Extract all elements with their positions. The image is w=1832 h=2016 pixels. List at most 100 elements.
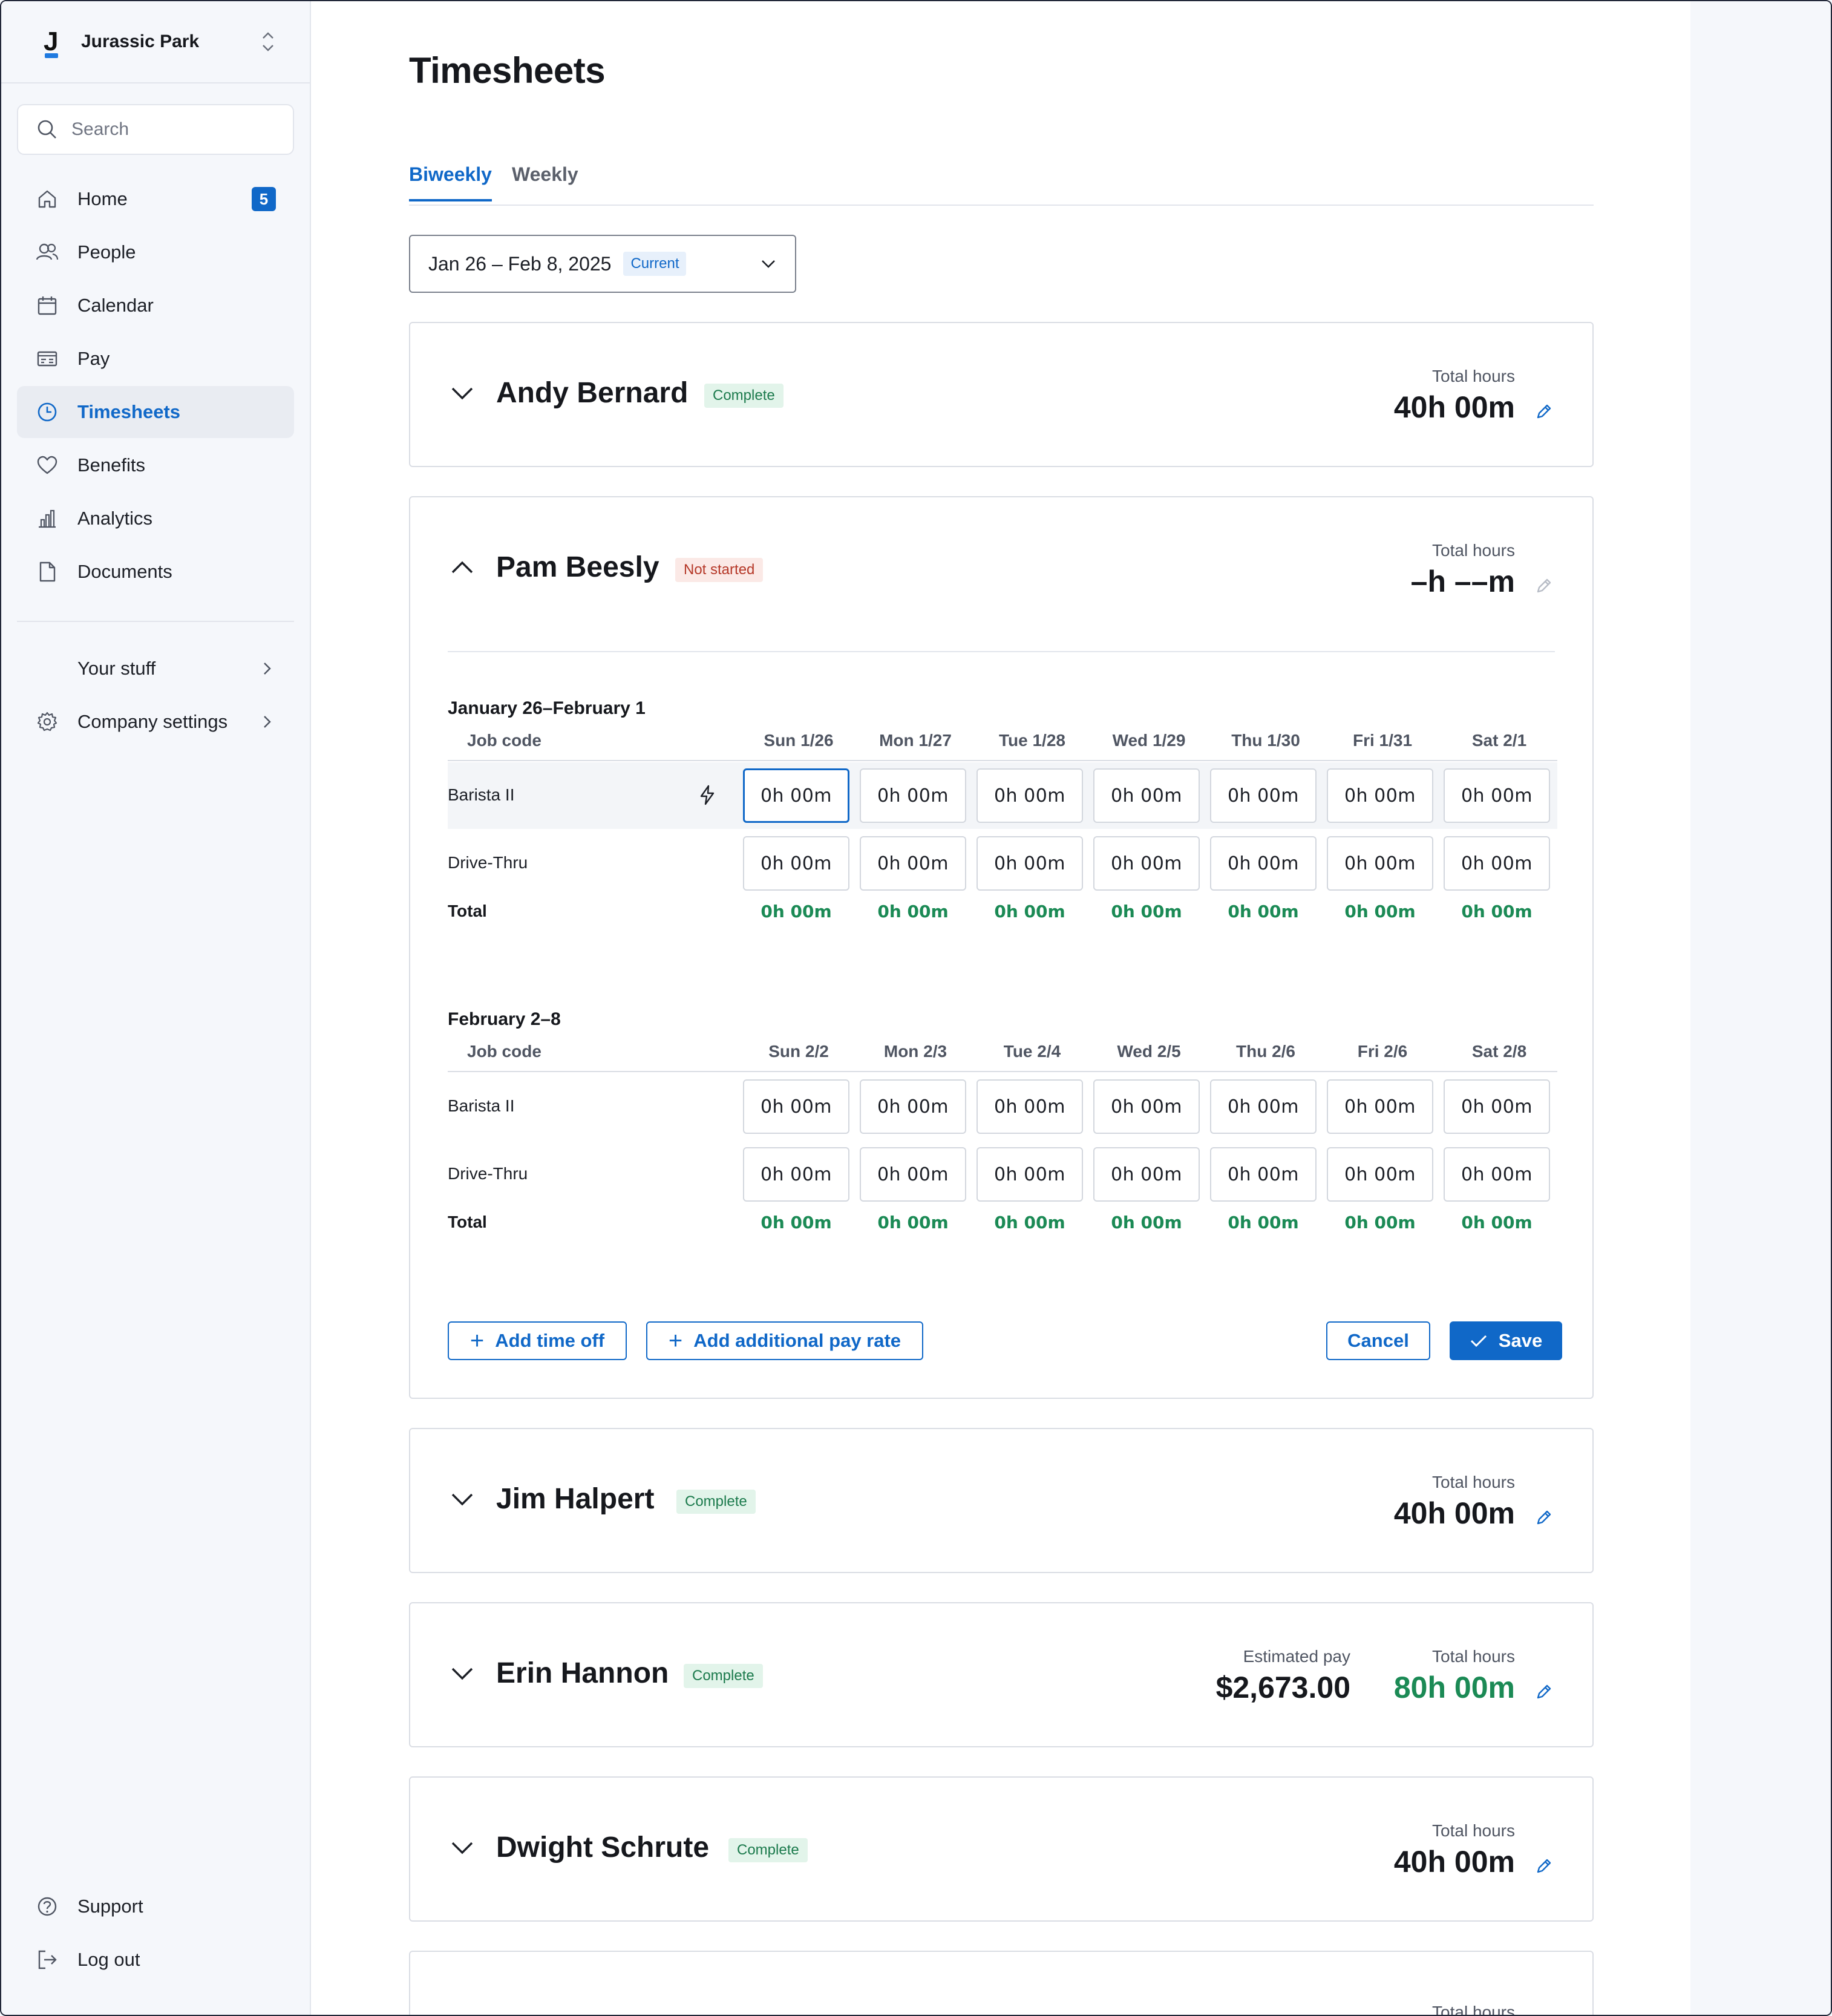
- org-logo: J: [44, 27, 68, 58]
- help-icon: [35, 1894, 59, 1919]
- chevron-down-icon[interactable]: [449, 1834, 476, 1861]
- search-icon: [36, 119, 58, 140]
- sidebar-item-home[interactable]: Home 5: [17, 173, 294, 225]
- day-header: Sun 2/2: [768, 1042, 829, 1061]
- employee-name: Dwight Schrute: [496, 1831, 710, 1864]
- hours-input[interactable]: 0h 00m: [743, 1079, 849, 1134]
- sidebar-item-label: Log out: [77, 1949, 140, 1970]
- hours-input[interactable]: 0h 00m: [860, 1147, 966, 1202]
- pencil-icon[interactable]: [1534, 1856, 1554, 1876]
- chevron-up-down-icon[interactable]: [259, 28, 277, 55]
- add-time-off-button[interactable]: + Add time off: [448, 1321, 627, 1360]
- sidebar-item-benefits[interactable]: Benefits: [17, 439, 294, 491]
- cancel-button[interactable]: Cancel: [1326, 1321, 1430, 1360]
- employee-name: Erin Hannon: [496, 1657, 669, 1689]
- main-content: Timesheets Biweekly Weekly Jan 26 – Feb …: [311, 1, 1690, 2015]
- pencil-icon[interactable]: [1534, 1508, 1554, 1527]
- sidebar-nav: Home 5 People Calendar Pay Timesheets Be…: [1, 173, 310, 598]
- employee-card-andy-bernard: Andy Bernard Complete Total hours 40h 00…: [409, 322, 1594, 467]
- bar-chart-icon: [35, 506, 59, 531]
- lightning-icon[interactable]: [697, 784, 718, 806]
- total-hours: Total hours 40h 00m: [1394, 367, 1515, 425]
- sidebar-item-company-settings[interactable]: Company settings: [17, 696, 294, 748]
- day-total: 0h 00m: [994, 1213, 1065, 1232]
- sidebar-item-documents[interactable]: Documents: [17, 546, 294, 598]
- sidebar-item-your-stuff[interactable]: Your stuff: [17, 643, 294, 695]
- hours-input[interactable]: 0h 00m: [977, 1079, 1083, 1134]
- hours-input[interactable]: 0h 00m: [1327, 1079, 1433, 1134]
- gear-icon: [35, 710, 59, 734]
- sidebar-item-people[interactable]: People: [17, 226, 294, 278]
- sidebar-item-label: Home: [77, 188, 128, 209]
- hours-input[interactable]: 0h 00m: [1444, 1147, 1550, 1202]
- sidebar-item-support[interactable]: Support: [17, 1880, 294, 1933]
- pay-period-select[interactable]: Jan 26 – Feb 8, 2025 Current: [409, 235, 796, 293]
- hours-input[interactable]: 0h 00m: [1444, 836, 1550, 891]
- hours-input[interactable]: 0h 00m: [1444, 768, 1550, 823]
- job-code-header: Job code: [467, 731, 541, 750]
- app-window: J Jurassic Park Search Home 5 People Cal…: [0, 0, 1832, 2016]
- chevron-down-icon[interactable]: [449, 380, 476, 407]
- sidebar-item-calendar[interactable]: Calendar: [17, 280, 294, 332]
- day-header: Mon 1/27: [879, 731, 952, 750]
- search-input[interactable]: Search: [17, 104, 294, 155]
- hours-input[interactable]: 0h 00m: [743, 768, 849, 823]
- sidebar-item-label: Documents: [77, 561, 172, 582]
- chevron-down-icon[interactable]: [449, 1660, 476, 1687]
- job-code-header: Job code: [467, 1042, 541, 1061]
- day-header: Wed 1/29: [1112, 731, 1186, 750]
- chevron-down-icon[interactable]: [449, 1486, 476, 1513]
- day-header: Fri 2/6: [1357, 1042, 1408, 1061]
- employee-card-jim-halpert: Jim Halpert Complete Total hours 40h 00m: [409, 1428, 1594, 1573]
- job-code-label: Drive-Thru: [448, 853, 528, 872]
- pencil-icon[interactable]: [1534, 1682, 1554, 1701]
- hours-input[interactable]: 0h 00m: [1210, 836, 1317, 891]
- total-row: Total 0h 00m 0h 00m 0h 00m 0h 00m 0h 00m 0h 00…: [448, 1205, 1557, 1242]
- hours-input[interactable]: 0h 00m: [977, 768, 1083, 823]
- hours-input[interactable]: 0h 00m: [860, 1079, 966, 1134]
- hours-input[interactable]: 0h 00m: [743, 836, 849, 891]
- save-button[interactable]: Save: [1450, 1321, 1562, 1360]
- sidebar-item-label: Support: [77, 1896, 143, 1917]
- sidebar-item-label: Pay: [77, 348, 110, 369]
- hours-input[interactable]: 0h 00m: [1327, 1147, 1433, 1202]
- tab-biweekly[interactable]: Biweekly: [409, 163, 492, 201]
- chevron-right-icon: [258, 659, 276, 678]
- hours-input[interactable]: 0h 00m: [860, 836, 966, 891]
- hours-input[interactable]: 0h 00m: [977, 1147, 1083, 1202]
- hours-input[interactable]: 0h 00m: [1210, 1079, 1317, 1134]
- add-pay-rate-button[interactable]: + Add additional pay rate: [646, 1321, 923, 1360]
- chevron-up-icon[interactable]: [449, 554, 476, 581]
- total-hours-value: –h ––m: [1410, 565, 1515, 598]
- hours-input[interactable]: 0h 00m: [1327, 836, 1433, 891]
- hours-input[interactable]: 0h 00m: [1327, 768, 1433, 823]
- total-label: Total: [448, 902, 487, 920]
- org-name: Jurassic Park: [81, 31, 200, 51]
- hours-input[interactable]: 0h 00m: [1093, 836, 1200, 891]
- day-header: Thu 1/30: [1231, 731, 1300, 750]
- sidebar-item-logout[interactable]: Log out: [17, 1934, 294, 1986]
- hours-input[interactable]: 0h 00m: [1210, 1147, 1317, 1202]
- org-switcher[interactable]: J Jurassic Park: [1, 1, 310, 83]
- hours-input[interactable]: 0h 00m: [1093, 1079, 1200, 1134]
- sidebar-item-analytics[interactable]: Analytics: [17, 493, 294, 545]
- day-total: 0h 00m: [1461, 1213, 1533, 1232]
- hours-input[interactable]: 0h 00m: [1444, 1079, 1550, 1134]
- tab-weekly[interactable]: Weekly: [512, 163, 578, 199]
- clock-icon: [35, 400, 59, 424]
- sidebar-item-pay[interactable]: Pay: [17, 333, 294, 385]
- sidebar-item-timesheets[interactable]: Timesheets: [17, 386, 294, 438]
- day-total: 0h 00m: [1344, 1213, 1416, 1232]
- hours-input[interactable]: 0h 00m: [977, 836, 1083, 891]
- hours-input[interactable]: 0h 00m: [860, 768, 966, 823]
- table-row: Barista II 0h 00m 0h 00m 0h 00m 0h 00m 0h 00m…: [448, 1073, 1557, 1140]
- pay-icon: [35, 347, 59, 371]
- hours-input[interactable]: 0h 00m: [743, 1147, 849, 1202]
- day-total: 0h 00m: [1111, 1213, 1182, 1232]
- hours-input[interactable]: 0h 00m: [1210, 768, 1317, 823]
- pencil-icon[interactable]: [1534, 402, 1554, 421]
- total-hours: Total hours: [1432, 2003, 1515, 2015]
- hours-input[interactable]: 0h 00m: [1093, 1147, 1200, 1202]
- hours-input[interactable]: 0h 00m: [1093, 768, 1200, 823]
- chevron-right-icon: [258, 713, 276, 731]
